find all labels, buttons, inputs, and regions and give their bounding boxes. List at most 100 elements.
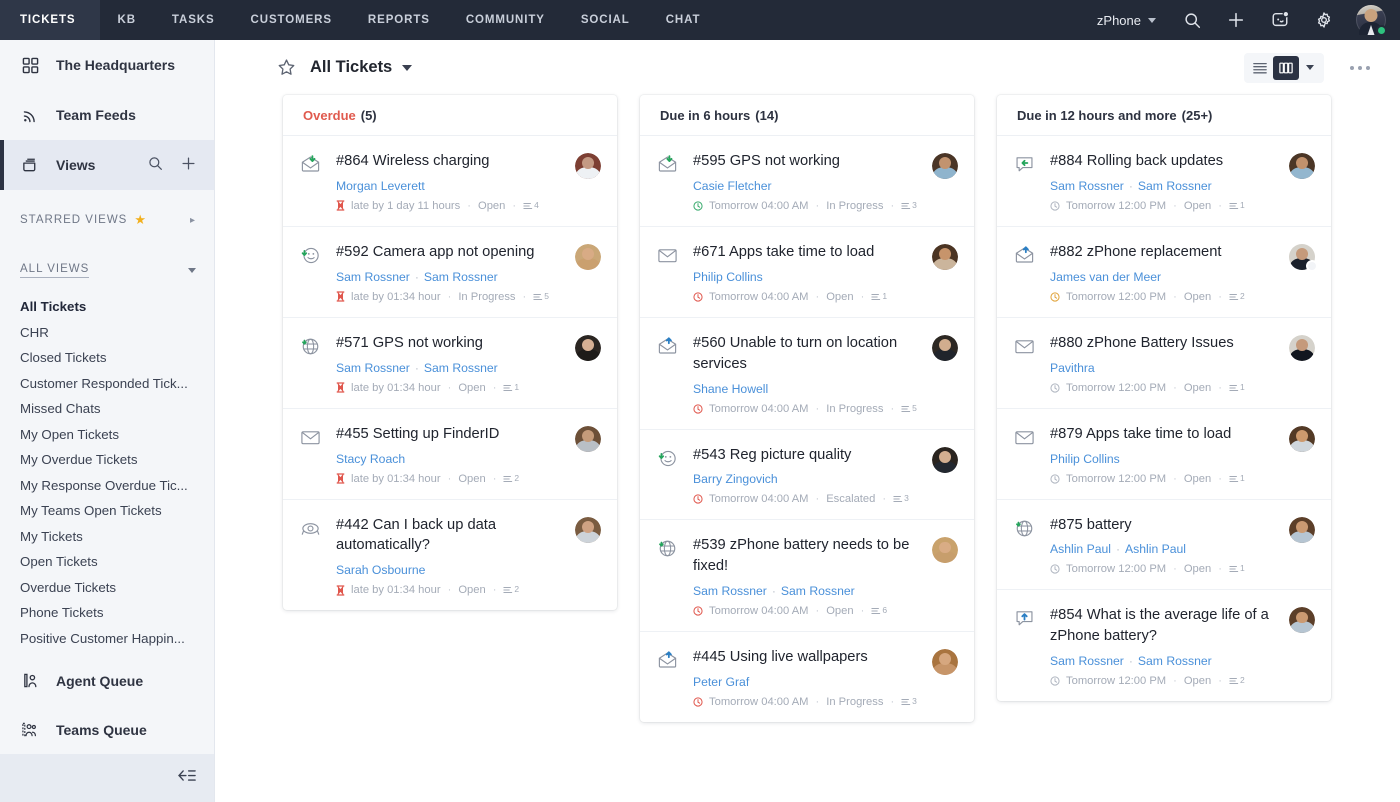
sidebar-view-item[interactable]: My Overdue Tickets [0, 447, 214, 473]
sidebar-view-item[interactable]: Phone Tickets [0, 600, 214, 626]
nav-tab-kb[interactable]: KB [100, 0, 154, 40]
search-views-icon[interactable] [148, 156, 163, 174]
person-link[interactable]: Sam Rossner [1050, 179, 1124, 193]
avatar[interactable] [1289, 516, 1315, 543]
avatar[interactable] [1289, 153, 1315, 179]
sidebar-item-views[interactable]: Views [0, 140, 214, 190]
nav-tab-tickets[interactable]: TICKETS [0, 0, 100, 40]
avatar[interactable] [1289, 243, 1318, 272]
avatar[interactable] [575, 153, 601, 179]
ticket-card[interactable]: #560 Unable to turn on location services… [640, 318, 974, 430]
avatar[interactable] [575, 516, 601, 543]
person-link[interactable]: Peter Graf [693, 675, 749, 689]
ticket-card[interactable]: #880 zPhone Battery Issues Pavithra Tomorr… [997, 318, 1331, 409]
person-link[interactable]: Sam Rossner [1138, 654, 1212, 668]
chat-bubble-icon[interactable] [1260, 0, 1300, 40]
person-link[interactable]: Casie Fletcher [693, 179, 772, 193]
avatar[interactable] [575, 425, 601, 452]
ticket-card[interactable]: #875 battery Ashlin Paul · Ashlin Paul Tomor… [997, 500, 1331, 591]
sidebar-view-item[interactable]: Missed Chats [0, 396, 214, 422]
person-link[interactable]: Philip Collins [1050, 452, 1120, 466]
person-link[interactable]: Stacy Roach [336, 452, 405, 466]
add-icon[interactable] [1216, 0, 1256, 40]
ticket-card[interactable]: #543 Reg picture quality Barry Zingovich T… [640, 430, 974, 521]
sidebar-view-item[interactable]: My Teams Open Tickets [0, 498, 214, 524]
sidebar-view-item[interactable]: My Tickets [0, 524, 214, 550]
avatar[interactable] [575, 334, 601, 361]
all-views-section[interactable]: ALL VIEWS [0, 250, 214, 290]
sidebar-item-agent-queue[interactable]: Agent Queue [0, 656, 214, 705]
sidebar-view-item[interactable]: Closed Tickets [0, 345, 214, 371]
list-view-icon[interactable] [1247, 56, 1273, 80]
add-view-icon[interactable] [181, 156, 196, 174]
avatar[interactable] [932, 153, 958, 179]
ticket-card[interactable]: #595 GPS not working Casie Fletcher Tomorr… [640, 136, 974, 227]
search-icon[interactable] [1172, 0, 1212, 40]
sidebar-item-team-feeds[interactable]: Team Feeds [0, 90, 214, 140]
ticket-card[interactable]: #884 Rolling back updates Sam Rossner · Sam… [997, 136, 1331, 227]
avatar[interactable] [1289, 334, 1315, 361]
ticket-card[interactable]: #882 zPhone replacement James van der Mee… [997, 227, 1331, 318]
person-link[interactable]: Sam Rossner [424, 270, 498, 284]
avatar[interactable] [932, 243, 958, 270]
gear-icon[interactable] [1304, 0, 1344, 40]
star-outline-icon[interactable] [277, 58, 296, 77]
ticket-card[interactable]: #539 zPhone battery needs to be fixed! Sa… [640, 520, 974, 633]
ticket-card[interactable]: #854 What is the average life of a zPhon… [997, 590, 1331, 701]
more-options-icon[interactable] [1342, 58, 1378, 78]
board-view-icon[interactable] [1273, 55, 1299, 80]
nav-tab-social[interactable]: SOCIAL [563, 0, 648, 40]
person-link[interactable]: Sam Rossner [336, 270, 410, 284]
person-link[interactable]: Sam Rossner [693, 584, 767, 598]
ticket-card[interactable]: #671 Apps take time to load Philip Collin… [640, 227, 974, 318]
avatar[interactable] [932, 649, 958, 676]
person-link[interactable]: James van der Meer [1050, 270, 1161, 284]
brand-selector[interactable]: zPhone [1085, 13, 1168, 28]
person-link[interactable]: Pavithra [1050, 361, 1095, 375]
sidebar-view-item[interactable]: Overdue Tickets [0, 575, 214, 601]
ticket-card[interactable]: #592 Camera app not opening Sam Rossner · S… [283, 227, 617, 318]
person-link[interactable]: Philip Collins [693, 270, 763, 284]
sidebar-view-item[interactable]: Positive Customer Happin... [0, 626, 214, 652]
page-title[interactable]: All Tickets [310, 58, 413, 77]
collapse-sidebar-button[interactable] [0, 754, 214, 802]
person-link[interactable]: Sam Rossner [1050, 654, 1124, 668]
avatar[interactable] [1289, 607, 1315, 634]
starred-views-section[interactable]: STARRED VIEWS ★ ▸ [0, 200, 214, 240]
user-avatar[interactable] [1356, 5, 1387, 36]
avatar[interactable] [932, 446, 958, 473]
ticket-card[interactable]: #455 Setting up FinderID Stacy Roach late … [283, 409, 617, 500]
person-link[interactable]: Barry Zingovich [693, 472, 778, 486]
sidebar-view-item[interactable]: Customer Responded Tick... [0, 371, 214, 397]
sidebar-view-item[interactable]: Open Tickets [0, 549, 214, 575]
nav-tab-reports[interactable]: REPORTS [350, 0, 448, 40]
nav-tab-chat[interactable]: CHAT [648, 0, 719, 40]
nav-tab-customers[interactable]: CUSTOMERS [233, 0, 350, 40]
sidebar-view-item[interactable]: My Open Tickets [0, 422, 214, 448]
person-link[interactable]: Sam Rossner [336, 361, 410, 375]
ticket-card[interactable]: #864 Wireless charging Morgan Leverett lat… [283, 136, 617, 227]
ticket-card[interactable]: #445 Using live wallpapers Peter Graf Tomo… [640, 632, 974, 722]
avatar[interactable] [932, 334, 958, 361]
avatar[interactable] [1289, 425, 1315, 452]
ticket-card[interactable]: #571 GPS not working Sam Rossner · Sam Ross… [283, 318, 617, 409]
person-link[interactable]: Ashlin Paul [1125, 542, 1186, 556]
nav-tab-community[interactable]: COMMUNITY [448, 0, 563, 40]
sidebar-view-item[interactable]: All Tickets [0, 294, 214, 320]
avatar[interactable] [932, 537, 958, 564]
person-link[interactable]: Shane Howell [693, 382, 768, 396]
person-link[interactable]: Sam Rossner [781, 584, 855, 598]
nav-tab-tasks[interactable]: TASKS [154, 0, 233, 40]
person-link[interactable]: Ashlin Paul [1050, 542, 1111, 556]
person-link[interactable]: Sarah Osbourne [336, 563, 425, 577]
ticket-card[interactable]: #879 Apps take time to load Philip Collin… [997, 409, 1331, 500]
sidebar-view-item[interactable]: CHR [0, 320, 214, 346]
view-mode-chevron-down-icon[interactable] [1299, 56, 1321, 80]
avatar[interactable] [575, 243, 601, 270]
ticket-card[interactable]: #442 Can I back up data automatically? Sa… [283, 500, 617, 611]
sidebar-item-headquarters[interactable]: The Headquarters [0, 40, 214, 90]
person-link[interactable]: Sam Rossner [1138, 179, 1212, 193]
sidebar-view-item[interactable]: My Response Overdue Tic... [0, 473, 214, 499]
sidebar-item-teams-queue[interactable]: Teams Queue [0, 705, 214, 754]
person-link[interactable]: Morgan Leverett [336, 179, 425, 193]
